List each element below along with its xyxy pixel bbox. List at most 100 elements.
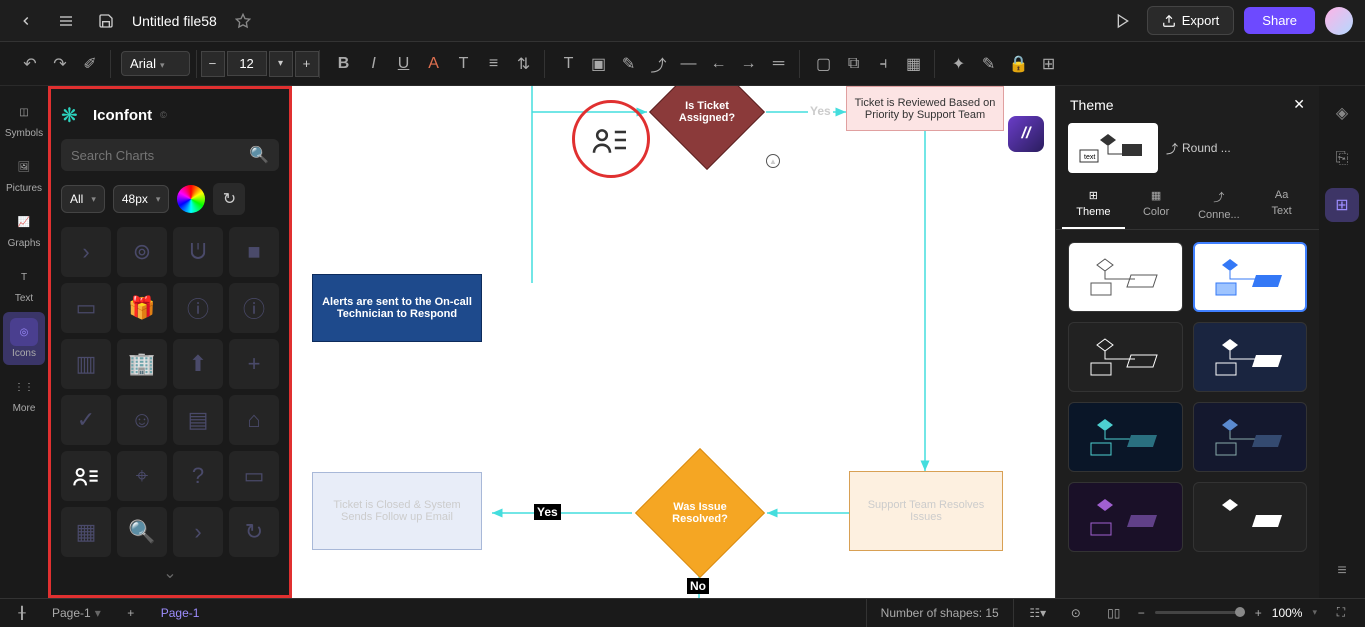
node-ticket-reviewed[interactable]: Ticket is Reviewed Based on Priority by … <box>846 86 1004 131</box>
distribute-button[interactable]: ▦ <box>900 50 928 78</box>
sidebar-item-graphs[interactable]: 📈Graphs <box>3 202 45 255</box>
tab-connector[interactable]: ⤴Conne... <box>1188 181 1251 229</box>
icon-location[interactable]: ⌖ <box>117 451 167 501</box>
format-painter-icon[interactable]: ✐ <box>76 50 104 78</box>
canvas-user-list-icon[interactable] <box>590 124 630 161</box>
search-input[interactable] <box>71 148 249 163</box>
add-page-button[interactable]: + <box>117 599 145 627</box>
shape-button[interactable]: ▢ <box>810 50 838 78</box>
icon-chevron-right[interactable]: › <box>61 227 111 277</box>
theme-thumb-8[interactable] <box>1193 482 1308 552</box>
icon-upload[interactable]: ⬆ <box>173 339 223 389</box>
icon-help[interactable]: ? <box>173 451 223 501</box>
text-tool[interactable]: T <box>555 50 583 78</box>
focus-icon[interactable]: ⊙ <box>1062 599 1090 627</box>
node-ticket-closed[interactable]: Ticket is Closed & System Sends Follow u… <box>312 472 482 550</box>
strip-export-icon[interactable]: ⎘ <box>1325 142 1359 176</box>
icon-qr[interactable]: ▦ <box>61 507 111 557</box>
node-was-issue-resolved[interactable]: Was Issue Resolved? <box>632 466 768 560</box>
avatar[interactable] <box>1325 7 1353 35</box>
round-option[interactable]: ⤴ Round ... <box>1166 140 1307 157</box>
tab-text[interactable]: AaText <box>1250 181 1313 229</box>
bold-button[interactable]: B <box>330 50 358 78</box>
icon-home[interactable]: ⌂ <box>229 395 279 445</box>
zoom-value[interactable]: 100% <box>1272 606 1303 620</box>
icon-swirl[interactable]: ᕫ <box>173 227 223 277</box>
connector-button[interactable]: ⤴ <box>645 50 673 78</box>
lock-icon[interactable]: 🔒 <box>1005 50 1033 78</box>
strip-layers-icon[interactable]: ≡ <box>1325 554 1359 588</box>
icon-building[interactable]: 🏢 <box>117 339 167 389</box>
icon-check[interactable]: ✓ <box>61 395 111 445</box>
star-icon[interactable] <box>229 7 257 35</box>
zoom-in-button[interactable]: + <box>1255 606 1262 620</box>
icon-bars[interactable]: ▥ <box>61 339 111 389</box>
sidebar-item-pictures[interactable]: 🖼Pictures <box>3 147 45 200</box>
theme-thumb-4[interactable] <box>1193 322 1308 392</box>
font-color-button[interactable]: A <box>420 50 448 78</box>
color-wheel[interactable] <box>177 185 205 213</box>
size-dropdown[interactable]: 48px <box>113 185 170 213</box>
icon-video[interactable]: ■ <box>229 227 279 277</box>
scroll-down-icon[interactable]: ⌄ <box>61 563 279 583</box>
search-box[interactable]: 🔍 <box>61 139 279 171</box>
theme-thumb-1[interactable] <box>1068 242 1183 312</box>
icon-gift[interactable]: 🎁 <box>117 283 167 333</box>
sidebar-item-icons[interactable]: ◎Icons <box>3 312 45 365</box>
icon-person[interactable]: ☺ <box>117 395 167 445</box>
arrow-end-button[interactable]: → <box>735 50 763 78</box>
filter-all-dropdown[interactable]: All <box>61 185 105 213</box>
align-shapes-button[interactable]: ⫞ <box>870 50 898 78</box>
outline-icon[interactable]: ╂ <box>8 599 36 627</box>
page-tab-active[interactable]: Page-1 <box>149 602 212 624</box>
font-size-decrease[interactable]: − <box>201 51 225 77</box>
preview-thumb[interactable]: text <box>1068 123 1158 173</box>
zoom-slider[interactable] <box>1155 611 1245 614</box>
font-select[interactable]: Arial <box>121 51 190 76</box>
theme-thumb-2[interactable] <box>1193 242 1308 312</box>
play-button[interactable] <box>1109 7 1137 35</box>
sidebar-item-text[interactable]: TText <box>3 257 45 310</box>
sidebar-item-symbols[interactable]: ◫Symbols <box>3 92 45 145</box>
icon-store[interactable]: ▭ <box>229 451 279 501</box>
fullscreen-icon[interactable]: ⛶ <box>1327 599 1355 627</box>
arrow-start-button[interactable]: ← <box>705 50 733 78</box>
back-button[interactable] <box>12 7 40 35</box>
pen-icon[interactable]: ✎ <box>615 50 643 78</box>
strip-fill-icon[interactable]: ◈ <box>1325 96 1359 130</box>
node-alerts[interactable]: Alerts are sent to the On-call Technicia… <box>312 274 482 342</box>
tab-color[interactable]: ▦Color <box>1125 181 1188 229</box>
refresh-button[interactable]: ↻ <box>213 183 245 215</box>
share-button[interactable]: Share <box>1244 7 1315 34</box>
group-button[interactable]: ⧉ <box>840 50 868 78</box>
icon-next[interactable]: › <box>173 507 223 557</box>
strip-grid-icon[interactable]: ⊞ <box>1325 188 1359 222</box>
font-size-dropdown[interactable]: ▾ <box>269 51 293 77</box>
icon-info[interactable]: ⓘ <box>173 283 223 333</box>
undo-button[interactable]: ↶ <box>16 50 44 78</box>
underline-button[interactable]: U <box>390 50 418 78</box>
book-icon[interactable]: ▯▯ <box>1100 599 1128 627</box>
italic-button[interactable]: I <box>360 50 388 78</box>
canvas[interactable]: Is Ticket Assigned? Yes Ticket is Review… <box>292 86 1055 598</box>
menu-button[interactable] <box>52 7 80 35</box>
tab-theme[interactable]: ⊞Theme <box>1062 181 1125 229</box>
fill-button[interactable]: ▣ <box>585 50 613 78</box>
effects-button[interactable]: ✦ <box>945 50 973 78</box>
app-logo-icon[interactable]: // <box>1008 116 1044 152</box>
font-size-increase[interactable]: + <box>295 51 319 77</box>
icon-info-alt[interactable]: ⓘ <box>229 283 279 333</box>
more-tools-button[interactable]: ⊞ <box>1035 50 1063 78</box>
node-support-resolves[interactable]: Support Team Resolves Issues <box>849 471 1003 551</box>
redo-button[interactable]: ↷ <box>46 50 74 78</box>
align-button[interactable]: ≡ <box>480 50 508 78</box>
zoom-out-button[interactable]: − <box>1138 606 1145 620</box>
line-style-button[interactable]: — <box>675 50 703 78</box>
icon-card[interactable]: ▭ <box>61 283 111 333</box>
theme-thumb-3[interactable] <box>1068 322 1183 392</box>
icon-plus[interactable]: + <box>229 339 279 389</box>
icon-reload[interactable]: ↻ <box>229 507 279 557</box>
page-tab-1[interactable]: Page-1 ▾ <box>40 602 113 624</box>
file-title[interactable]: Untitled file58 <box>132 13 217 29</box>
line-weight-button[interactable]: ═ <box>765 50 793 78</box>
